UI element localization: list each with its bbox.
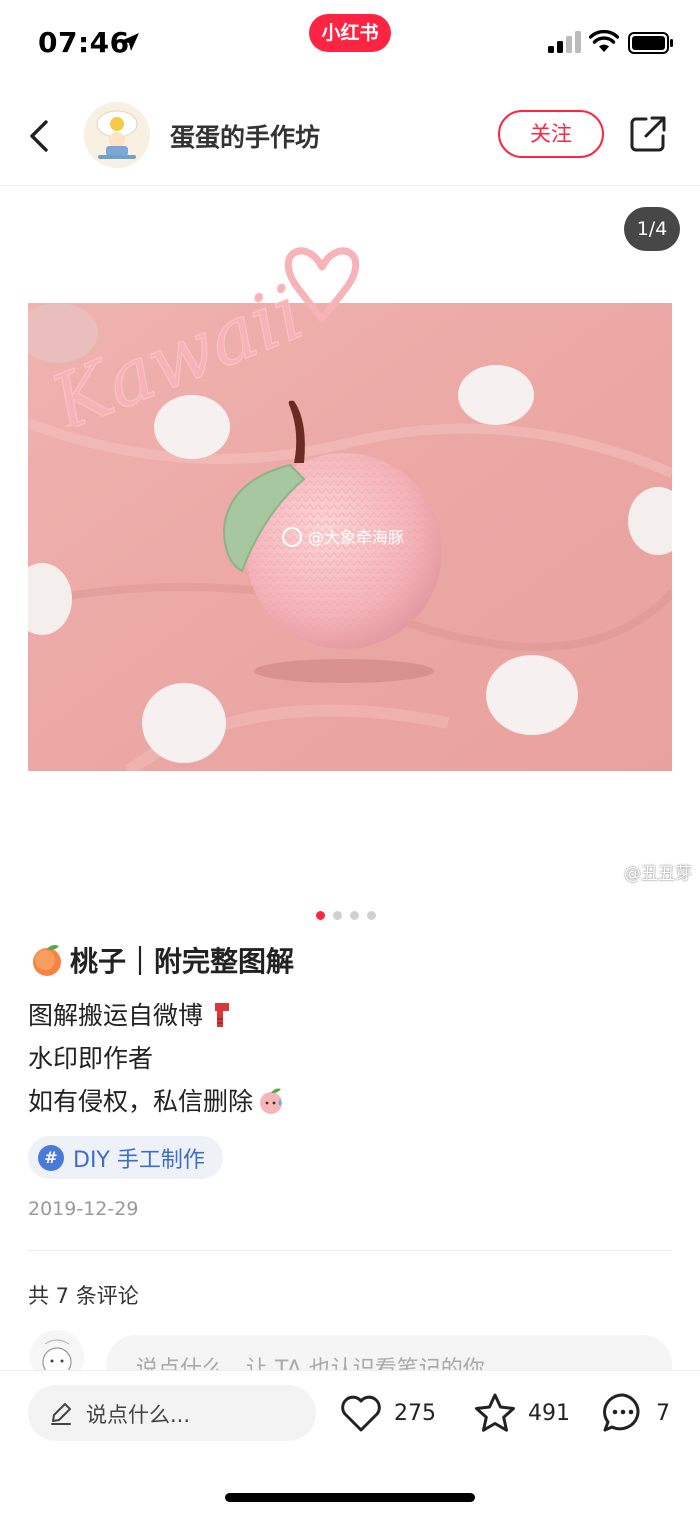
status-bar: 07:46 小红书: [0, 0, 700, 88]
note-title-text: 桃子｜附完整图解: [70, 945, 295, 978]
author-name[interactable]: 蛋蛋的手作坊: [170, 118, 320, 154]
location-arrow-icon: [121, 33, 139, 51]
note-body: 图解搬运自微博 水印即作者 如有侵权，私信删除: [28, 994, 287, 1123]
like-button[interactable]: 275: [338, 1389, 436, 1437]
home-indicator[interactable]: [225, 1493, 475, 1502]
watermark-bottom: @丑丑芽: [624, 864, 692, 884]
comment-count-badge: 7: [656, 1400, 670, 1426]
handwriting-text: Kawaii: [38, 267, 315, 427]
comment-button[interactable]: 7: [600, 1389, 670, 1437]
battery-icon: [628, 32, 673, 54]
follow-button[interactable]: 关注: [498, 110, 604, 158]
say-something-placeholder: 说点什么...: [86, 1403, 191, 1427]
image-gallery[interactable]: 1/4 @大象牵海豚 Kawaii @丑丑芽: [0, 187, 700, 897]
collect-count: 491: [528, 1400, 570, 1426]
comment-count: 共 7 条评论: [28, 1284, 139, 1308]
note-line-text: 图解搬运自微博: [28, 1001, 204, 1030]
note-header: 蛋蛋的手作坊 关注: [0, 88, 700, 186]
hashtag-icon: #: [38, 1144, 64, 1171]
author-avatar[interactable]: [84, 102, 150, 168]
kawaii-handwriting: Kawaii: [37, 247, 360, 427]
peach-sweat-emoji-icon: [260, 1088, 283, 1114]
collect-button[interactable]: 491: [472, 1389, 570, 1437]
cellular-signal-icon: [548, 31, 581, 53]
star-icon: [475, 1393, 515, 1432]
peach-emoji-icon: [33, 945, 61, 976]
comment-bubble-icon: [603, 1393, 640, 1432]
back-arrow-icon[interactable]: [24, 116, 54, 156]
note-line-text: 如有侵权，私信删除: [28, 1087, 254, 1116]
topic-tag[interactable]: # DIY 手工制作: [28, 1136, 223, 1179]
divider: [28, 1250, 672, 1251]
say-something-input[interactable]: 说点什么...: [28, 1385, 316, 1441]
note-date: 2019-12-29: [28, 1198, 139, 1220]
pencil-icon: [51, 1403, 71, 1425]
page-dot-active: [316, 911, 325, 920]
like-count: 275: [394, 1400, 436, 1426]
status-time: 07:46: [38, 26, 130, 59]
watermark-center-text: @大象牵海豚: [308, 528, 404, 547]
page-dot: [350, 911, 359, 920]
heart-icon: [341, 1395, 381, 1432]
wifi-icon: [589, 30, 619, 52]
note-line: 图解搬运自微博: [28, 994, 287, 1037]
tag-label: DIY 手工制作: [73, 1147, 205, 1173]
page-dot: [367, 911, 376, 920]
share-icon[interactable]: [628, 114, 668, 154]
avatar-illustration: [84, 102, 150, 168]
note-line: 如有侵权，私信删除: [28, 1080, 287, 1123]
page-counter: 1/4: [624, 207, 680, 251]
note-title: 桃子｜附完整图解: [28, 940, 294, 980]
app-badge[interactable]: 小红书: [309, 14, 391, 52]
bottom-action-bar: 说点什么... 275 491 7: [0, 1370, 700, 1516]
page-dot: [333, 911, 342, 920]
note-line: 水印即作者: [28, 1044, 154, 1073]
scarf-emoji-icon: [215, 1003, 230, 1027]
page-indicator: [316, 905, 384, 920]
